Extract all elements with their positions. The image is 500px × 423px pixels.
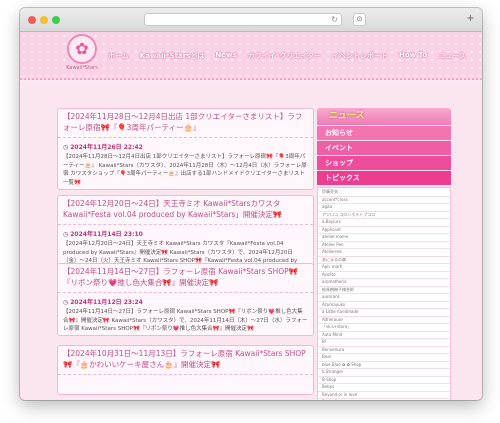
- creator-link[interactable]: Auto Mind: [318, 332, 450, 339]
- creator-link[interactable]: Beyond or in love: [318, 392, 450, 399]
- creator-link[interactable]: B-Shop: [318, 377, 450, 384]
- page-content: 【2024年11月28日〜12月4日出店 1部クリエイターさまリスト】ラフォーレ…: [20, 82, 482, 400]
- nav-item-creators[interactable]: カワイイ*クリエイター: [248, 51, 321, 61]
- creator-link[interactable]: aurorans: [318, 294, 450, 302]
- clock-icon: ◷: [63, 231, 69, 238]
- creator-link[interactable]: Adheroure: [318, 317, 450, 324]
- minimize-window-button[interactable]: [40, 16, 48, 24]
- creator-link[interactable]: アツロコ コロンホテトプコロ: [318, 212, 450, 219]
- creator-link[interactable]: aromatheria: [318, 279, 450, 287]
- maximize-window-button[interactable]: [52, 16, 60, 24]
- browser-window: ↻ ⊙ + ✿ Kawaii*Stars ホーム Kawaii*Starsとは …: [20, 8, 482, 400]
- download-icon[interactable]: ⊙: [353, 13, 366, 26]
- creator-link[interactable]: agito: [318, 204, 450, 212]
- post-date: ◷ 2024年11月26日 22:42: [63, 144, 143, 151]
- reload-icon[interactable]: ↻: [331, 15, 338, 25]
- nav-item-about[interactable]: Kawaii*Starsとは: [140, 51, 205, 61]
- post-date: ◷ 2024年11月14日 23:10: [63, 231, 143, 238]
- creator-link[interactable]: 伊藤芽衣: [318, 189, 450, 197]
- creator-link[interactable]: b.Stranger: [318, 369, 450, 377]
- post-title[interactable]: 【2024年11月28日〜12月4日出店 1部クリエイターさまリスト】ラフォーレ…: [58, 109, 313, 138]
- nav-item-event-report[interactable]: イベントレポート: [332, 51, 388, 61]
- sidebar: ニュース お知らせ イベント ショップ トピックス 伊藤芽衣 accent*cro…: [317, 108, 451, 400]
- sidebar-item-event[interactable]: イベント: [317, 141, 451, 155]
- post-title[interactable]: 【2024年12月20日〜24日】天王寺ミオ Kawaii*Starsカワスタ …: [58, 196, 313, 225]
- creator-link[interactable]: Azumayuko: [318, 302, 450, 309]
- creator-link[interactable]: blue.Blue ✿ ✿ Shop: [318, 362, 450, 369]
- post-card: 【2024年11月28日〜12月4日出店 1部クリエイターさまリスト】ラフォーレ…: [57, 108, 314, 190]
- post-excerpt: 【2024年11月14日〜27日】ラフォーレ原宿 Kawaii*Stars SH…: [63, 309, 308, 332]
- address-bar[interactable]: ↻: [144, 13, 342, 26]
- creator-link[interactable]: Applicant: [318, 227, 450, 234]
- post-card: 【2024年11月14日〜27日】ラフォーレ原宿 Kawaii*Stars SH…: [57, 263, 314, 336]
- post-card: 【2024年10月31日〜11月13日】ラフォーレ原宿 Kawaii*Stars…: [57, 345, 314, 395]
- creator-link[interactable]: Atelierred: [318, 249, 450, 257]
- creator-link[interactable]: Avolito: [318, 272, 450, 279]
- creator-link[interactable]: a.Bayiurs: [318, 219, 450, 227]
- creator-link[interactable]: Bebys: [318, 384, 450, 392]
- creator-link[interactable]: Atelier Pen: [318, 242, 450, 249]
- site-header: ✿ Kawaii*Stars ホーム Kawaii*Starsとは News カ…: [20, 32, 482, 80]
- nav-item-news-ja[interactable]: ニュース: [438, 51, 466, 61]
- creator-link[interactable]: accent*cross: [318, 197, 450, 204]
- post-date: ◷ 2024年11月12日 23:24: [63, 299, 143, 306]
- post-title[interactable]: 【2024年11月14日〜27日】ラフォーレ原宿 Kawaii*Stars SH…: [58, 264, 313, 293]
- sidebar-item-shop[interactable]: ショップ: [317, 156, 451, 170]
- post-card: 【2024年12月20日〜24日】天王寺ミオ Kawaii*Starsカワスタ …: [57, 195, 314, 273]
- site-logo[interactable]: ✿ Kawaii*Stars: [64, 34, 100, 76]
- creator-link[interactable]: 絵馬樹樹子様芸術: [318, 287, 450, 294]
- creator-link[interactable]: Bear: [318, 354, 450, 362]
- creator-link[interactable]: あにまるの森: [318, 257, 450, 264]
- creator-link[interactable]: Bonbelle: [318, 399, 450, 400]
- post-excerpt: 【2024年11月28日〜12月4日出店 1部クリエイターさまリスト】ラフォーレ…: [63, 154, 307, 186]
- nav-item-home[interactable]: ホーム: [108, 51, 129, 61]
- sidebar-title: ニュース: [317, 108, 451, 125]
- creator-link[interactable]: a Little handmade: [318, 309, 450, 317]
- nav-item-howto[interactable]: How To: [399, 51, 427, 61]
- main-nav: ホーム Kawaii*Starsとは News カワイイ*クリエイター イベント…: [108, 51, 466, 61]
- clock-icon: ◷: [63, 144, 69, 151]
- post-title[interactable]: 【2024年10月31日〜11月13日】ラフォーレ原宿 Kawaii*Stars…: [58, 346, 313, 375]
- creator-link[interactable]: Benvenusa: [318, 347, 450, 354]
- browser-toolbar: ↻ ⊙ +: [20, 8, 482, 32]
- creator-link[interactable]: Apis marti: [318, 264, 450, 272]
- clock-icon: ◷: [63, 299, 69, 306]
- sidebar-item-topics[interactable]: トピックス: [317, 171, 451, 185]
- creator-link[interactable]: B!: [318, 339, 450, 347]
- creator-link[interactable]: 「sk.s+store」: [318, 324, 450, 332]
- new-tab-icon[interactable]: +: [465, 14, 476, 25]
- nav-item-news[interactable]: News: [215, 51, 236, 61]
- sidebar-item-notice[interactable]: お知らせ: [317, 126, 451, 140]
- logo-text: Kawaii*Stars: [66, 65, 98, 71]
- creator-link-list: 伊藤芽衣 accent*cross agito アツロコ コロンホテトプコロ a.Bay…: [317, 187, 451, 400]
- creator-link[interactable]: atelier.mome: [318, 234, 450, 242]
- logo-crest-icon: ✿: [67, 34, 97, 64]
- close-window-button[interactable]: [28, 16, 36, 24]
